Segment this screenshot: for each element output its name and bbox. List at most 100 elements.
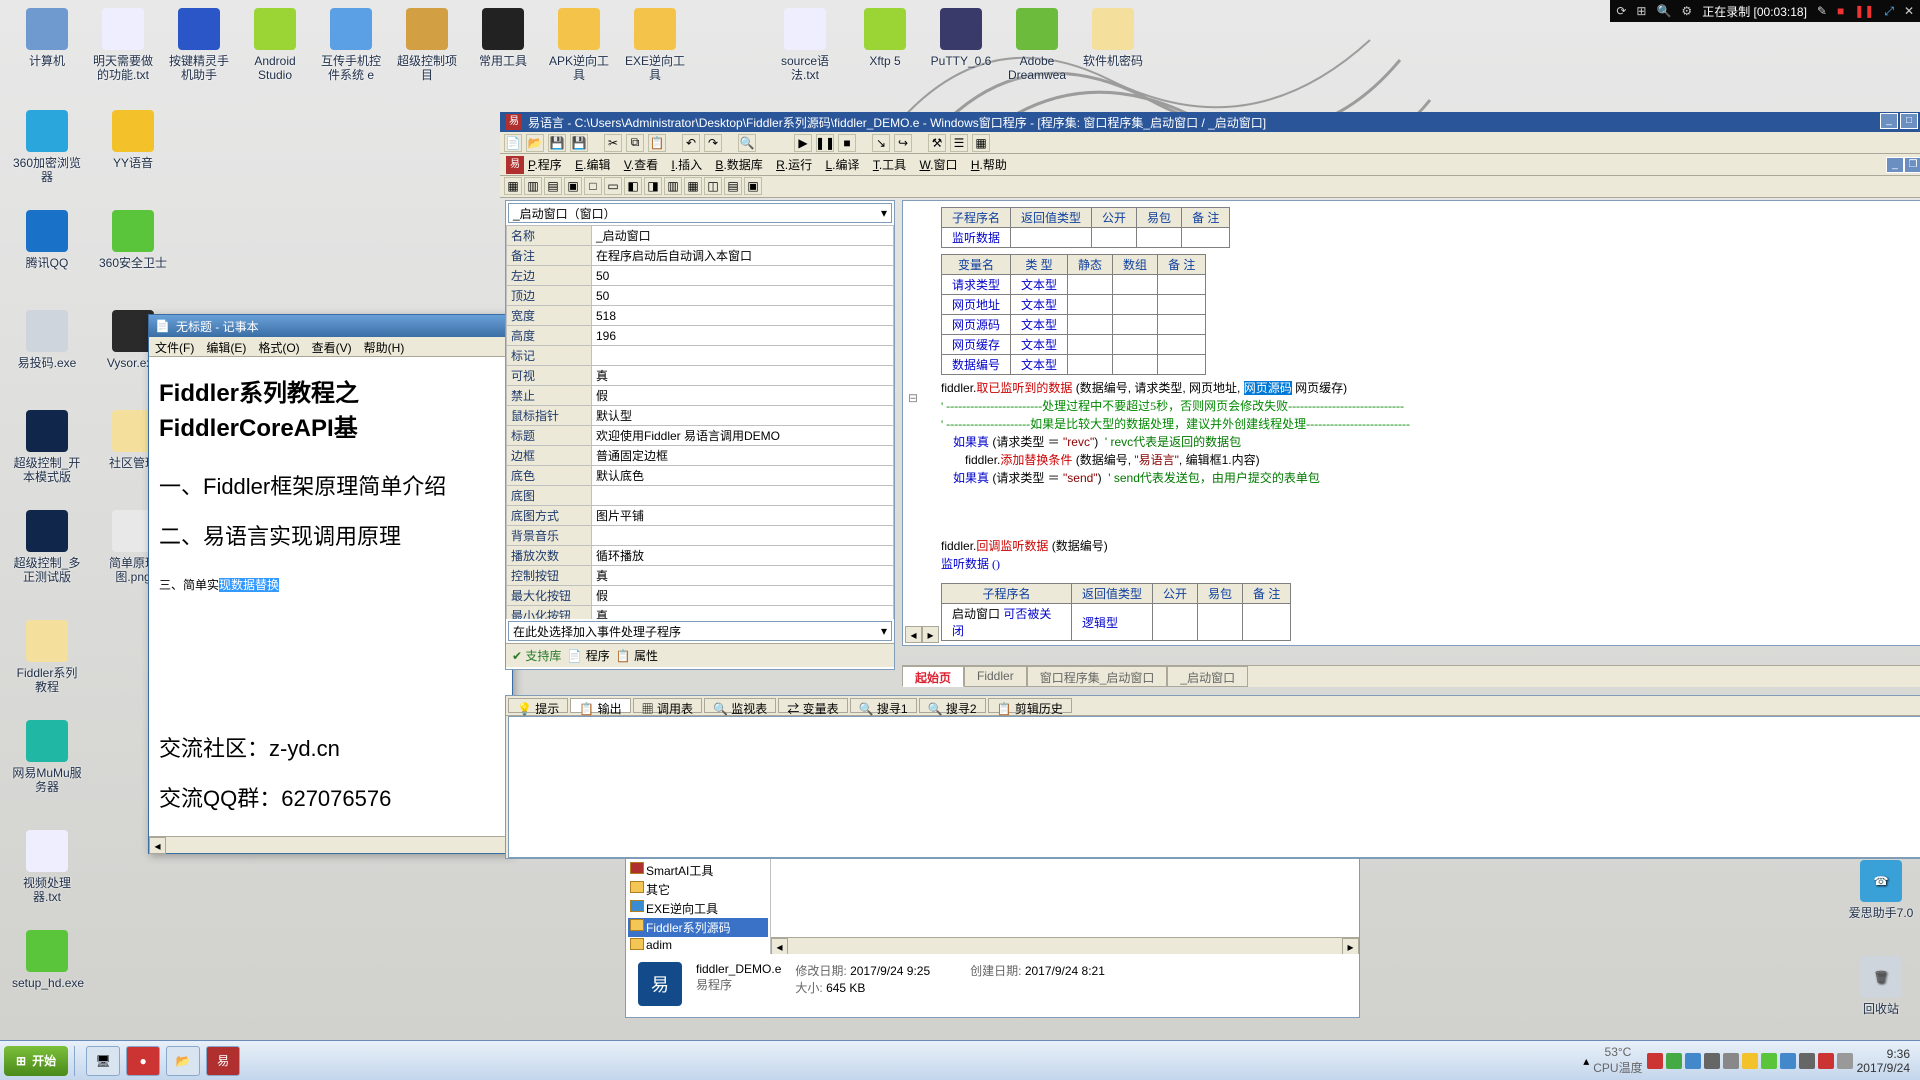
taskbar[interactable]: ⊞ 开始 🖥 ● 📂 易 ▴ 53°C CPU温度 9:36 2017/9/24 [0, 1040, 1920, 1080]
scroll-left-icon[interactable]: ◂ [905, 626, 922, 643]
property-row[interactable]: 禁止假 [507, 386, 894, 406]
desktop-icon[interactable]: 明天需要做的功能.txt [88, 8, 158, 82]
saveall-icon[interactable]: 💾 [570, 134, 588, 152]
search-icon[interactable]: 🔍 [1656, 4, 1671, 18]
code-line[interactable]: 如果真 (请求类型 ＝ "revc") ' revc代表是返回的数据包 [941, 433, 1920, 451]
palette-icon[interactable]: ▦ [684, 177, 702, 195]
ide-titlebar[interactable]: 易 易语言 - C:\Users\Administrator\Desktop\F… [500, 112, 1920, 132]
property-table[interactable]: 名称_启动窗口备注在程序启动后自动调入本窗口左边50顶边50宽度518高度196… [506, 225, 894, 619]
scroll-left-icon[interactable]: ◂ [149, 837, 166, 854]
code-comment[interactable]: ' ------------------------处理过程中不要超过5秒，否则… [941, 397, 1920, 415]
menu-item[interactable]: B.数据库 [715, 158, 766, 172]
open-icon[interactable]: 📂 [526, 134, 544, 152]
property-panel-tabs[interactable]: ✔ 支持库 📄 程序 📋 属性 [506, 643, 894, 667]
palette-icon[interactable]: ▤ [544, 177, 562, 195]
desktop-icon[interactable]: 超级控制_开本模式版 [12, 410, 82, 484]
desktop-icon[interactable]: source语法.txt [770, 8, 840, 82]
desktop-icon[interactable]: 易投码.exe [12, 310, 82, 370]
scroll-left-icon[interactable]: ◂ [771, 938, 788, 955]
scroll-right-icon[interactable]: ▸ [922, 626, 939, 643]
save-icon[interactable]: 💾 [548, 134, 566, 152]
chevron-down-icon[interactable]: ▾ [881, 624, 887, 638]
out-tab[interactable]: 🔍 搜寻2 [919, 698, 986, 713]
code-editor[interactable]: 子程序名返回值类型公开易包备 注 监听数据 变量名类 型静态数组备 注请求类型文… [902, 200, 1920, 646]
explorer-tree[interactable]: SmartAI工具 其它 EXE逆向工具 Fiddler系列源码 adim [626, 859, 771, 955]
out-tab[interactable]: 💡 提示 [508, 698, 568, 713]
undo-icon[interactable]: ↶ [682, 134, 700, 152]
mdi-minimize-button[interactable]: _ [1886, 157, 1904, 173]
property-row[interactable]: 标记 [507, 346, 894, 366]
copy-icon[interactable]: ⧉ [626, 134, 644, 152]
palette-icon[interactable]: ◧ [624, 177, 642, 195]
explorer-window[interactable]: SmartAI工具 其它 EXE逆向工具 Fiddler系列源码 adim ◂ … [625, 858, 1360, 1018]
property-row[interactable]: 控制按钮真 [507, 566, 894, 586]
output-panel[interactable]: 💡 提示 📋 输出 ▦ 调用表 🔍 监视表 ⇄ 变量表 🔍 搜寻1 🔍 搜寻2 … [505, 695, 1920, 859]
notepad-menubar[interactable]: 文件(F) 编辑(E) 格式(O) 查看(V) 帮助(H) [149, 337, 512, 357]
compile-icon[interactable]: ⚒ [928, 134, 946, 152]
support-lib-tab[interactable]: ✔ 支持库 [512, 647, 561, 664]
menu-item[interactable]: P.程序 [528, 158, 565, 172]
property-row[interactable]: 底色默认底色 [507, 466, 894, 486]
tree-item[interactable]: EXE逆向工具 [628, 899, 768, 918]
out-tab[interactable]: 📋 剪辑历史 [988, 698, 1072, 713]
tree-item[interactable]: Fiddler系列源码 [628, 918, 768, 937]
notepad-hscroll[interactable]: ◂ [149, 836, 512, 853]
stop-icon[interactable]: ■ [838, 134, 856, 152]
redo-icon[interactable]: ↷ [704, 134, 722, 152]
menu-item[interactable]: R.运行 [776, 158, 815, 172]
tray-icon[interactable] [1837, 1053, 1853, 1069]
tab-window[interactable]: _启动窗口 [1167, 666, 1248, 687]
desktop-icon[interactable]: EXE逆向工具 [620, 8, 690, 82]
desktop-icon[interactable]: 按键精灵手机助手 [164, 8, 234, 82]
notepad-window[interactable]: 📄 无标题 - 记事本 文件(F) 编辑(E) 格式(O) 查看(V) 帮助(H… [148, 314, 513, 854]
desktop-icon[interactable]: Android Studio [240, 8, 310, 82]
property-row[interactable]: 可视真 [507, 366, 894, 386]
pause-icon[interactable]: ❚❚ [1854, 4, 1874, 18]
scroll-right-icon[interactable]: ▸ [1342, 938, 1359, 955]
code-comment[interactable]: ' ---------------------如果是比较大型的数据处理，建议并外… [941, 415, 1920, 433]
property-row[interactable]: 宽度518 [507, 306, 894, 326]
desktop-icon[interactable]: 360安全卫士 [98, 210, 168, 270]
ide-menubar[interactable]: 易 P.程序 E.编辑 V.查看 I.插入 B.数据库 R.运行 L.编译 T.… [500, 154, 1920, 176]
tray-icon[interactable] [1818, 1053, 1834, 1069]
stepin-icon[interactable]: ↪ [894, 134, 912, 152]
out-tab[interactable]: ▦ 调用表 [633, 698, 702, 713]
palette-icon[interactable]: ▥ [524, 177, 542, 195]
property-row[interactable]: 顶边50 [507, 286, 894, 306]
tree-item[interactable]: adim [628, 937, 768, 953]
menu-item[interactable]: V.查看 [624, 158, 662, 172]
grid-icon[interactable]: ⊞ [1636, 4, 1646, 18]
out-tab[interactable]: 🔍 搜寻1 [850, 698, 917, 713]
desktop-icon[interactable]: 超级控制项目 [392, 8, 462, 82]
menu-format[interactable]: 格式(O) [258, 339, 299, 354]
chevron-down-icon[interactable]: ▾ [881, 206, 887, 220]
taskbar-item[interactable]: 📂 [166, 1046, 200, 1076]
property-object-selector[interactable]: _启动窗口（窗口） ▾ [508, 203, 892, 223]
menu-item[interactable]: W.窗口 [919, 158, 960, 172]
code-line[interactable]: 监听数据 () [941, 555, 1920, 573]
taskbar-item[interactable]: 🖥 [86, 1046, 120, 1076]
desktop-icon[interactable]: 互传手机控件系统 e [316, 8, 386, 82]
desktop-icon[interactable]: 软件机密码 [1078, 8, 1148, 68]
menu-file[interactable]: 文件(F) [155, 339, 194, 354]
stepover-icon[interactable]: ↘ [872, 134, 890, 152]
tray-icon[interactable] [1761, 1053, 1777, 1069]
tab-fiddler[interactable]: Fiddler [964, 666, 1027, 687]
taskbar-item[interactable]: ● [126, 1046, 160, 1076]
palette-icon[interactable]: ◨ [644, 177, 662, 195]
code-line[interactable]: fiddler.回调监听数据 (数据编号) [941, 537, 1920, 555]
desktop-icon[interactable]: PuTTY_0.6 [926, 8, 996, 68]
property-row[interactable]: 备注在程序启动后自动调入本窗口 [507, 246, 894, 266]
desktop-icon[interactable]: 超级控制_多正测试版 [12, 510, 82, 584]
tray-icon[interactable] [1647, 1053, 1663, 1069]
props-tab[interactable]: 📋 属性 [616, 647, 658, 664]
menu-item[interactable]: I.插入 [671, 158, 705, 172]
desktop-icon[interactable]: 360加密浏览器 [12, 110, 82, 184]
code-hscroll[interactable]: ◂ ▸ [905, 626, 939, 643]
desktop-icon[interactable]: setup_hd.exe [12, 930, 82, 990]
property-panel[interactable]: _启动窗口（窗口） ▾ 名称_启动窗口备注在程序启动后自动调入本窗口左边50顶边… [505, 200, 895, 670]
property-row[interactable]: 底图方式图片平铺 [507, 506, 894, 526]
out-tab[interactable]: ⇄ 变量表 [778, 698, 847, 713]
clock[interactable]: 9:36 2017/9/24 [1857, 1047, 1916, 1075]
menu-help[interactable]: 帮助(H) [364, 339, 405, 354]
